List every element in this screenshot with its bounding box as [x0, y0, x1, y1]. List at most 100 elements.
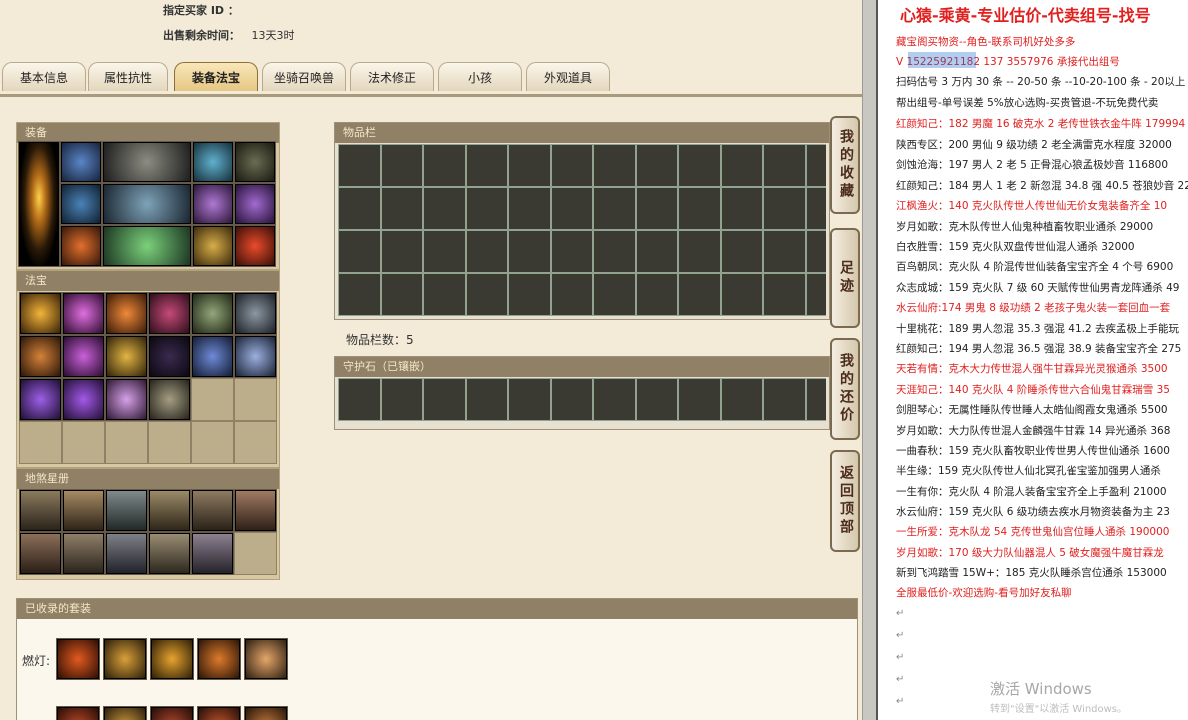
doc-line: 红颜知己：182 男魔 16 破克水 2 老传世铁衣金牛阵 179994 [896, 118, 1186, 130]
windows-activation-watermark: 激活 Windows [990, 680, 1092, 698]
buyer-id-row: 指定买家 ID ： [163, 2, 247, 18]
fabao-slot[interactable] [62, 292, 105, 335]
set-row-label: 燃灯: [22, 654, 51, 668]
tab-appearance[interactable]: 外观道具 [526, 62, 610, 91]
fabao-slot-empty [19, 421, 62, 464]
trade-page: 指定买家 ID ： 出售剩余时间： 13天3时 基本信息 属性抗性 装备法宝 坐… [0, 0, 862, 720]
doc-line: 十里桃花：189 男人忽混 35.3 强混 41.2 去疾孟极上手能玩 [896, 323, 1179, 335]
star-card[interactable] [105, 489, 148, 532]
fabao-slot[interactable] [148, 292, 191, 335]
equip-slot[interactable] [234, 225, 276, 267]
fabao-slot-empty [148, 421, 191, 464]
remaining-time-row: 出售剩余时间： 13天3时 [163, 27, 295, 43]
doc-line: 岁月如歌：大力队传世混人金麟强牛甘霖 14 异光通杀 368 [896, 425, 1171, 437]
tab-mounts-pets[interactable]: 坐骑召唤兽 [262, 62, 346, 91]
star-card[interactable] [19, 489, 62, 532]
doc-line: 一生有你：克火队 4 阶混人装备宝宝齐全上手盈利 21000 [896, 486, 1167, 498]
doc-line: 全服最低价-欢迎选购-看号加好友私聊 [896, 587, 1072, 599]
set-item[interactable] [103, 638, 147, 680]
star-card[interactable] [191, 532, 234, 575]
set-item[interactable] [150, 638, 194, 680]
fabao-slot[interactable] [234, 292, 277, 335]
tab-children[interactable]: 小孩 [438, 62, 522, 91]
tab-equipment[interactable]: 装备法宝 [174, 62, 258, 91]
set-items-row-2 [56, 706, 288, 720]
tab-attributes[interactable]: 属性抗性 [88, 62, 168, 91]
fabao-slot[interactable] [19, 378, 62, 421]
doc-line: 一生所爱：克木队龙 54 克传世鬼仙宫位睡人通杀 190000 [896, 526, 1170, 538]
equip-slot[interactable] [234, 183, 276, 225]
fabao-slot[interactable] [234, 335, 277, 378]
star-card[interactable] [148, 489, 191, 532]
star-book-title: 地煞星册 [17, 469, 279, 489]
fabao-slot[interactable] [148, 378, 191, 421]
fabao-slot[interactable] [62, 378, 105, 421]
set-item[interactable] [244, 706, 288, 720]
star-card[interactable] [62, 532, 105, 575]
fabao-slot[interactable] [62, 335, 105, 378]
paragraph-mark: ↵ [896, 652, 905, 663]
doc-line: 天若有情：克木大力传世混人强牛甘霖异光灵猴通杀 3500 [896, 363, 1168, 375]
set-item[interactable] [150, 706, 194, 720]
doc-line: 半生缘：159 克火队传世人仙北冥孔雀宝鉴加强男人通杀 [896, 465, 1161, 477]
fabao-slot-empty [234, 378, 277, 421]
fabao-slot[interactable] [148, 335, 191, 378]
fabao-slot[interactable] [19, 335, 62, 378]
star-card[interactable] [19, 532, 62, 575]
fabao-slot[interactable] [19, 292, 62, 335]
equipment-grid [18, 141, 276, 267]
doc-line: 红颜知己：194 男人忽混 36.5 强混 38.9 装备宝宝齐全 275 [896, 343, 1182, 355]
star-card[interactable] [62, 489, 105, 532]
star-card[interactable] [105, 532, 148, 575]
sets-title: 已收录的套装 [17, 599, 857, 619]
fabao-slot[interactable] [105, 378, 148, 421]
text-selection-highlight [908, 52, 976, 68]
set-item[interactable] [56, 706, 100, 720]
star-card[interactable] [234, 489, 277, 532]
fabao-title: 法宝 [17, 271, 279, 291]
my-counteroffer-button[interactable]: 我的还价 [830, 338, 860, 440]
set-item[interactable] [103, 706, 147, 720]
doc-line: 水云仙府:174 男鬼 8 级功绩 2 老孩子鬼火装一套回血一套 [896, 302, 1171, 314]
back-to-top-button[interactable]: 返回顶部 [830, 450, 860, 552]
equip-slot[interactable] [192, 225, 234, 267]
fabao-slot[interactable] [105, 292, 148, 335]
equip-slot[interactable] [102, 141, 192, 183]
set-items-row [56, 638, 288, 680]
equip-slot[interactable] [102, 183, 192, 225]
doc-line: 岁月如歌：170 级大力队仙器混人 5 破女魔强牛魔甘霖龙 [896, 547, 1164, 559]
star-card-empty [234, 532, 277, 575]
tab-spells[interactable]: 法术修正 [350, 62, 434, 91]
equip-slot[interactable] [102, 225, 192, 267]
bag-grid [338, 144, 826, 316]
fabao-slot[interactable] [105, 335, 148, 378]
set-item[interactable] [197, 706, 241, 720]
set-item[interactable] [197, 638, 241, 680]
fabao-slot[interactable] [191, 292, 234, 335]
doc-line: 帮出组号-单号误差 5%放心选购-买贵管退-不玩免费代卖 [896, 97, 1159, 109]
equip-slot[interactable] [60, 183, 102, 225]
tab-basic-info[interactable]: 基本信息 [2, 62, 86, 91]
guard-stone-grid [338, 378, 826, 421]
equip-slot[interactable] [234, 141, 276, 183]
paragraph-mark: ↵ [896, 630, 905, 641]
fabao-slot-empty [234, 421, 277, 464]
equip-slot[interactable] [60, 141, 102, 183]
star-card[interactable] [148, 532, 191, 575]
star-card[interactable] [191, 489, 234, 532]
tab-bar: 基本信息 属性抗性 装备法宝 坐骑召唤兽 法术修正 小孩 外观道具 [0, 58, 862, 97]
bag-title: 物品栏 [335, 123, 829, 143]
set-item[interactable] [56, 638, 100, 680]
equip-slot[interactable] [192, 141, 234, 183]
equip-slot[interactable] [60, 225, 102, 267]
doc-line: 天涯知己：140 克火队 4 阶睡杀传世六合仙鬼甘霖瑞雪 35 [896, 384, 1170, 396]
vertical-scrollbar[interactable] [862, 0, 877, 720]
equip-slot[interactable] [192, 183, 234, 225]
fabao-slot-empty [191, 378, 234, 421]
my-favorites-button[interactable]: 我的收藏 [830, 116, 860, 214]
fabao-slot[interactable] [191, 335, 234, 378]
bag-count: 物品栏数：5 [346, 333, 414, 347]
doc-line: 扫码估号 3 万内 30 条 -- 20-50 条 --10-20-100 条 … [896, 76, 1186, 88]
set-item[interactable] [244, 638, 288, 680]
footprints-button[interactable]: 足迹 [830, 228, 860, 328]
